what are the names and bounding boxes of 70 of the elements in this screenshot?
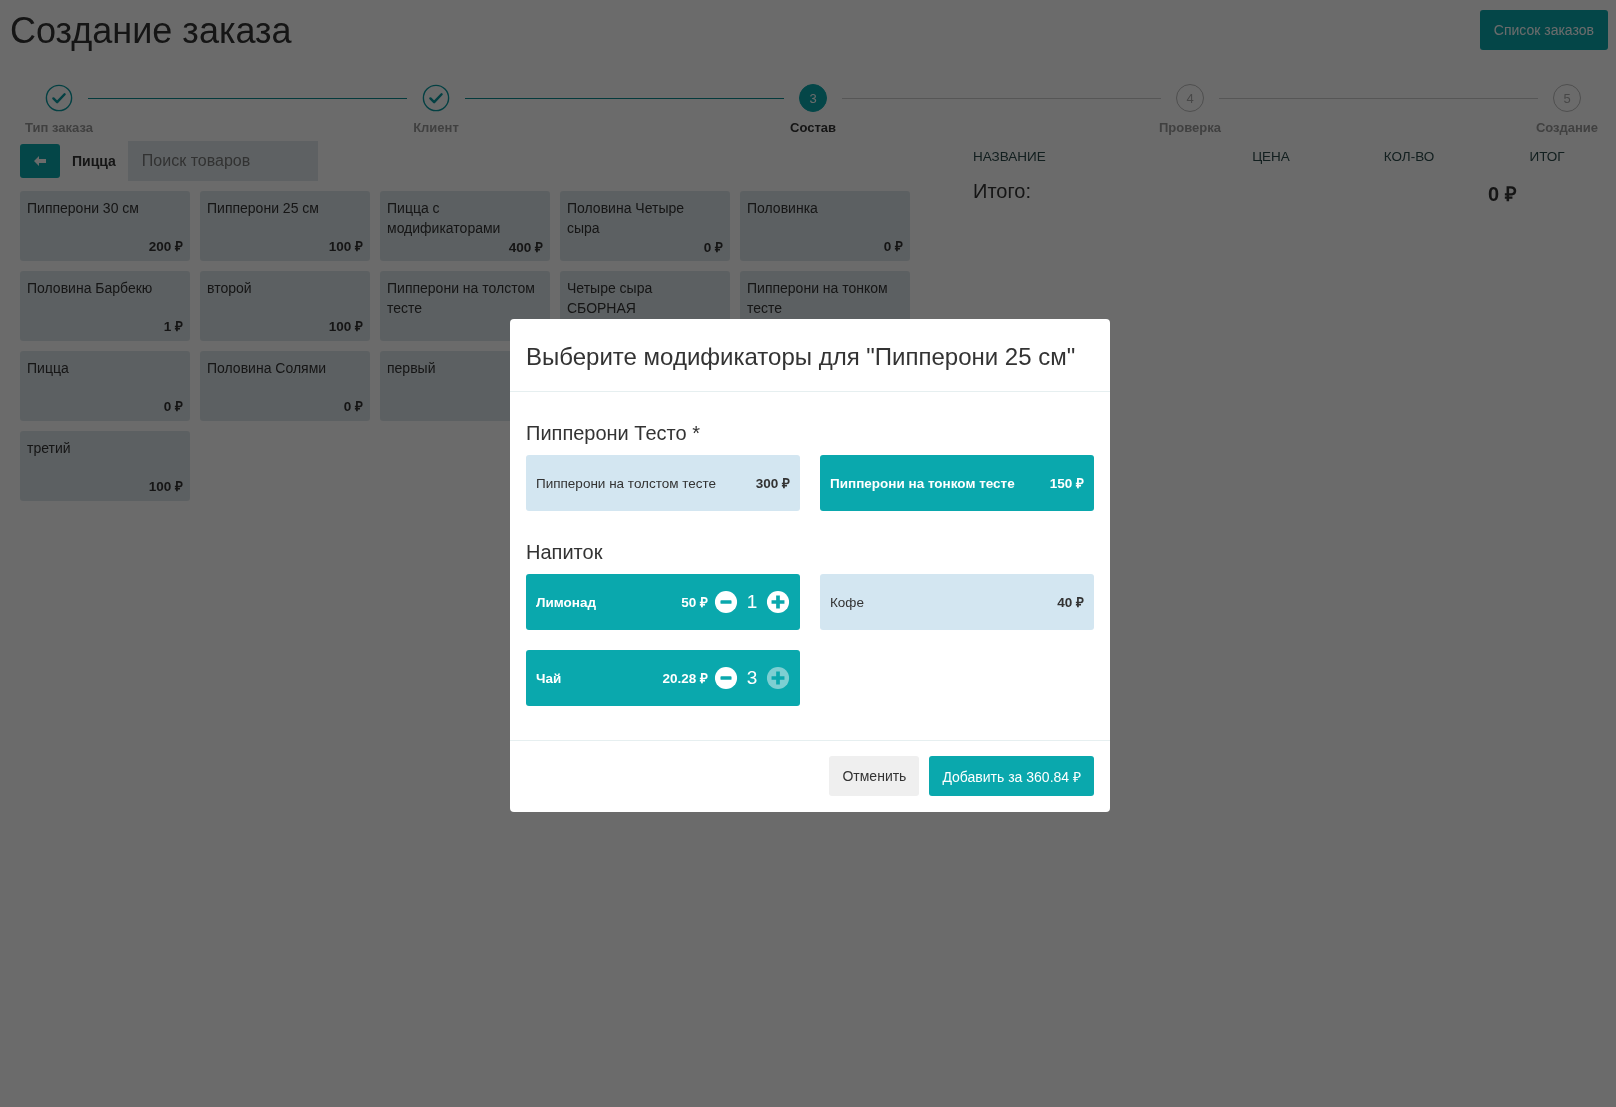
- option-price: 300 ₽: [755, 475, 790, 492]
- product-name: второй: [207, 279, 253, 298]
- product-price: 0 ₽: [163, 398, 183, 415]
- product-name: Половина Четыре сыра: [567, 199, 686, 238]
- product-name: Пицца: [27, 359, 70, 378]
- product-card[interactable]: Пипперони 25 см 100 ₽: [200, 191, 370, 261]
- product-card[interactable]: Пицца 0 ₽: [20, 351, 190, 421]
- quantity-value: 1: [745, 591, 759, 613]
- product-price: 100 ₽: [328, 318, 363, 335]
- product-card[interactable]: Пипперони на толстом тесте: [380, 271, 550, 341]
- product-price: 0 ₽: [883, 238, 903, 255]
- minus-icon[interactable]: [714, 590, 738, 614]
- option-price: 20.28 ₽: [662, 670, 708, 687]
- product-name: Пипперони 30 см: [27, 199, 140, 218]
- orders-list-button[interactable]: Список заказов: [1479, 10, 1608, 50]
- page-title: Создание заказа: [10, 10, 292, 52]
- column-header: НАЗВАНИЕ: [973, 149, 1047, 164]
- product-name: Четыре сыра СБОРНАЯ: [567, 279, 654, 318]
- product-card[interactable]: Половина Солями 0 ₽: [200, 351, 370, 421]
- option-price: 50 ₽: [681, 594, 708, 611]
- cancel-button[interactable]: Отменить: [829, 756, 920, 796]
- product-card[interactable]: второй 100 ₽: [200, 271, 370, 341]
- product-name: Пипперони 25 см: [207, 199, 320, 218]
- product-name: Половина Солями: [207, 359, 328, 378]
- product-card[interactable]: третий 100 ₽: [20, 431, 190, 501]
- product-price: 100 ₽: [328, 238, 363, 255]
- category-label: Пицца: [72, 153, 116, 169]
- step-label: Состав: [790, 120, 836, 135]
- modifier-option[interactable]: Лимонад 50 ₽ 1: [526, 574, 800, 630]
- column-header: КОЛ-ВО: [1382, 149, 1436, 164]
- product-name: Половина Барбекю: [27, 279, 154, 298]
- option-name: Чай: [536, 670, 563, 686]
- column-header: ИТОГ: [1528, 149, 1566, 164]
- step-number: 3: [799, 84, 827, 112]
- modifier-option[interactable]: Чай 20.28 ₽ 3: [526, 650, 800, 706]
- quantity-value: 3: [745, 667, 759, 689]
- product-price: 1 ₽: [163, 318, 183, 335]
- product-card[interactable]: Пицца с модификаторами 400 ₽: [380, 191, 550, 261]
- option-name: Кофе: [830, 594, 865, 610]
- product-card[interactable]: Половина Барбекю 1 ₽: [20, 271, 190, 341]
- modifier-option[interactable]: Пипперони на тонком тесте 150 ₽: [820, 455, 1094, 511]
- option-price: 40 ₽: [1057, 594, 1084, 611]
- option-price: 150 ₽: [1049, 475, 1084, 492]
- product-name: Пипперони на тонком тесте: [747, 279, 889, 318]
- total-amount: 0 ₽: [1487, 182, 1518, 207]
- plus-icon[interactable]: [766, 590, 790, 614]
- group-title: Напиток: [526, 541, 604, 564]
- product-price: 0 ₽: [343, 398, 363, 415]
- option-name: Пипперони на толстом тесте: [536, 475, 718, 491]
- product-name: Пипперони на толстом тесте: [387, 279, 536, 318]
- product-name: третий: [27, 439, 72, 458]
- product-price: 100 ₽: [148, 478, 183, 495]
- product-card[interactable]: Пипперони 30 см 200 ₽: [20, 191, 190, 261]
- option-name: Лимонад: [536, 594, 598, 610]
- group-title: Пипперони Тесто *: [526, 422, 701, 445]
- product-name: Пицца с модификаторами: [387, 199, 502, 238]
- product-price: 200 ₽: [148, 238, 183, 255]
- back-button[interactable]: [20, 144, 60, 178]
- minus-icon[interactable]: [714, 666, 738, 690]
- product-price: 0 ₽: [703, 239, 723, 256]
- product-card[interactable]: Половина Четыре сыра 0 ₽: [560, 191, 730, 261]
- column-header: ЦЕНА: [1251, 149, 1291, 164]
- product-price: 400 ₽: [508, 239, 543, 256]
- add-button[interactable]: Добавить за 360.84 ₽: [929, 756, 1094, 796]
- product-card[interactable]: Половинка 0 ₽: [740, 191, 910, 261]
- modifier-option[interactable]: Пипперони на толстом тесте 300 ₽: [526, 455, 800, 511]
- option-name: Пипперони на тонком тесте: [830, 475, 1016, 491]
- total-label: Итого:: [973, 180, 1032, 204]
- modifier-option[interactable]: Кофе 40 ₽: [820, 574, 1094, 630]
- product-name: Половинка: [747, 199, 819, 218]
